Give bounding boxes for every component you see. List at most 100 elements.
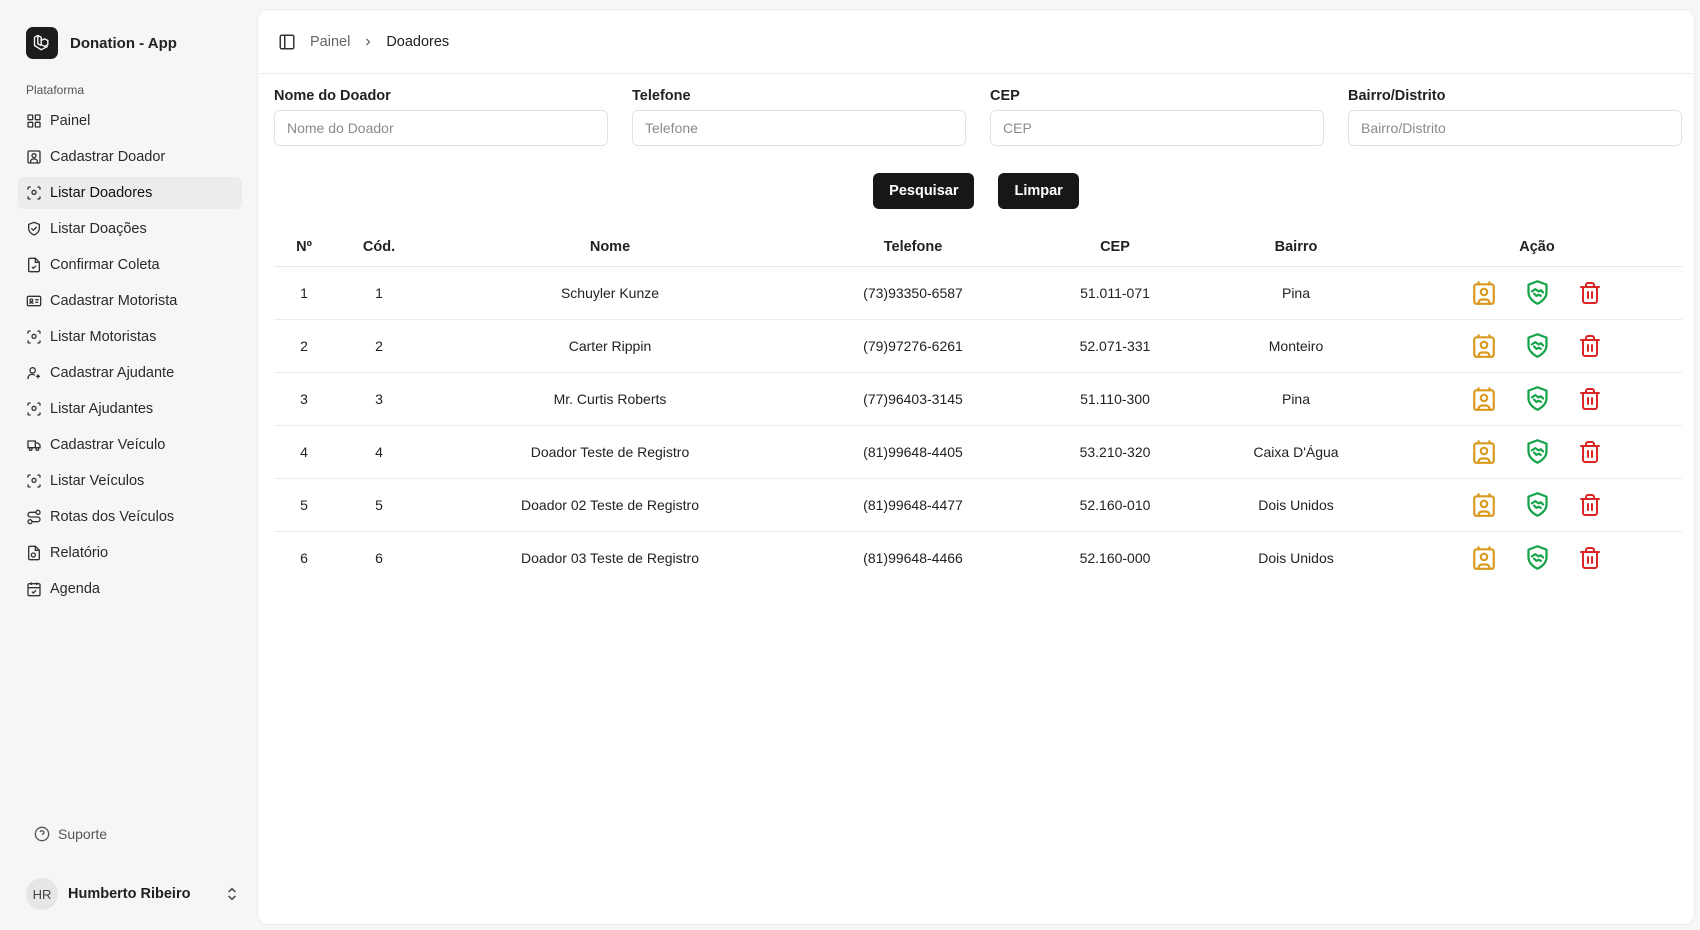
clear-button[interactable]: Limpar <box>998 173 1079 209</box>
cell-cep: 52.160-000 <box>1079 549 1151 566</box>
contact-square-icon[interactable] <box>1471 385 1498 412</box>
sidebar-item-label: Listar Ajudantes <box>50 401 154 417</box>
handshake-shield-icon[interactable] <box>1524 332 1551 359</box>
trash-icon[interactable] <box>1577 385 1604 412</box>
cell-bairro: Caixa D'Água <box>1200 425 1392 479</box>
cell-nome: Carter Rippin <box>424 319 796 373</box>
trash-icon[interactable] <box>1577 332 1604 359</box>
column-header: Telefone <box>796 228 1030 267</box>
contact-square-icon[interactable] <box>1471 332 1498 359</box>
cell-telefone: (81)99648-4405 <box>796 425 1030 479</box>
table-row: 3 3 Mr. Curtis Roberts (77)96403-3145 51… <box>274 372 1682 426</box>
sidebar-item-agenda[interactable]: Agenda <box>18 573 242 605</box>
handshake-shield-icon[interactable] <box>1524 279 1551 306</box>
user-menu[interactable]: HR Humberto Ribeiro <box>26 874 240 914</box>
help-circle-icon <box>34 826 50 842</box>
app-name: Donation - App <box>70 34 177 52</box>
cell-nome: Doador 02 Teste de Registro <box>424 478 796 532</box>
cell-numero: 4 <box>274 425 334 479</box>
sidebar-item-cadastrar-doador[interactable]: Cadastrar Doador <box>18 141 242 173</box>
trash-icon[interactable] <box>1577 438 1604 465</box>
cell-acao <box>1392 319 1682 373</box>
cell-numero: 3 <box>274 372 334 426</box>
sidebar-item-confirmar-coleta[interactable]: Confirmar Coleta <box>18 249 242 281</box>
sidebar: Donation - App Plataforma Painel Cadastr… <box>0 0 258 930</box>
sidebar-item-rotas-veiculos[interactable]: Rotas dos Veículos <box>18 501 242 533</box>
contact-square-icon[interactable] <box>1471 491 1498 518</box>
cell-numero: 1 <box>274 266 334 320</box>
nome-doador-input[interactable] <box>274 110 608 146</box>
scan-user-icon <box>26 401 42 417</box>
cell-cep: 51.011-071 <box>1030 266 1200 320</box>
cep-input[interactable] <box>990 110 1324 146</box>
main-panel: Painel Doadores Nome do Doador Telefone … <box>258 10 1694 924</box>
sidebar-item-painel[interactable]: Painel <box>18 105 242 137</box>
layout-grid-icon <box>26 113 42 129</box>
cell-codigo: 5 <box>334 478 424 532</box>
topbar: Painel Doadores <box>258 10 1694 74</box>
cell-codigo: 3 <box>334 372 424 426</box>
cell-bairro: Dois Unidos <box>1200 478 1392 532</box>
filter-actions: Pesquisar Limpar <box>258 173 1694 209</box>
contact-square-icon[interactable] <box>1471 438 1498 465</box>
cell-acao <box>1392 372 1682 426</box>
telefone-input[interactable] <box>632 110 966 146</box>
contact-square-icon[interactable] <box>1471 544 1498 571</box>
table-row: 1 1 Schuyler Kunze (73)93350-6587 51.011… <box>274 266 1682 320</box>
sidebar-item-label: Confirmar Coleta <box>50 257 160 273</box>
column-header: Ação <box>1392 228 1682 267</box>
field-label: CEP <box>990 88 1020 104</box>
sidebar-item-label: Listar Doações <box>50 221 147 237</box>
sidebar-toggle-icon[interactable] <box>278 33 296 51</box>
cell-cep: 52.071-331 <box>1030 319 1200 373</box>
cell-nome: Doador Teste de Registro <box>424 425 796 479</box>
support-label: Suporte <box>58 826 108 842</box>
sidebar-item-listar-doadores[interactable]: Listar Doadores <box>18 177 242 209</box>
sidebar-item-listar-motoristas[interactable]: Listar Motoristas <box>18 321 242 353</box>
table-row: 5 5 Doador 02 Teste de Registro (81)9964… <box>274 478 1682 532</box>
sidebar-item-cadastrar-motorista[interactable]: Cadastrar Motorista <box>18 285 242 317</box>
cell-telefone: (79)97276-6261 <box>796 319 1030 373</box>
sidebar-item-cadastrar-veiculo[interactable]: Cadastrar Veículo <box>18 429 242 461</box>
cell-cep: 51.110-300 <box>1030 372 1200 426</box>
cell-acao <box>1392 531 1682 584</box>
handshake-shield-icon[interactable] <box>1524 491 1551 518</box>
scan-user-icon <box>26 185 42 201</box>
trash-icon[interactable] <box>1577 544 1604 571</box>
breadcrumb-parent[interactable]: Painel <box>310 34 350 50</box>
bairro-input[interactable] <box>1348 110 1682 146</box>
sidebar-item-cadastrar-ajudante[interactable]: Cadastrar Ajudante <box>18 357 242 389</box>
support-link[interactable]: Suporte <box>34 826 107 842</box>
filter-nome: Nome do Doador <box>274 88 608 146</box>
sidebar-item-relatorio[interactable]: Relatório <box>18 537 242 569</box>
field-label: Bairro/Distrito <box>1348 88 1446 104</box>
filter-telefone: Telefone <box>632 88 966 146</box>
sidebar-item-label: Relatório <box>50 545 109 561</box>
truck-icon <box>26 437 42 453</box>
contact-square-icon[interactable] <box>1471 279 1498 306</box>
sidebar-item-listar-veiculos[interactable]: Listar Veículos <box>18 465 242 497</box>
calendar-check-icon <box>26 581 42 597</box>
handshake-shield-icon[interactable] <box>1524 385 1551 412</box>
cell-nome: Mr. Curtis Roberts <box>424 372 796 426</box>
trash-icon[interactable] <box>1577 279 1604 306</box>
sidebar-item-listar-ajudantes[interactable]: Listar Ajudantes <box>18 393 242 425</box>
cell-codigo: 2 <box>334 319 424 373</box>
donors-table: Nº Cód. Nome Telefone CEP Bairro Ação 1 … <box>274 228 1682 584</box>
search-button[interactable]: Pesquisar <box>873 173 975 209</box>
sidebar-item-label: Listar Motoristas <box>50 329 157 345</box>
column-header: Cód. <box>334 228 424 267</box>
field-label: Nome do Doador <box>274 88 391 104</box>
laravel-logo-icon <box>26 27 58 59</box>
column-header: Nº <box>274 228 334 267</box>
handshake-shield-icon[interactable] <box>1524 438 1551 465</box>
brand[interactable]: Donation - App <box>26 27 177 59</box>
sidebar-item-label: Listar Doadores <box>50 185 153 201</box>
sidebar-item-listar-doacoes[interactable]: Listar Doações <box>18 213 242 245</box>
file-chart-icon <box>26 545 42 561</box>
cell-bairro: Dois Unidos <box>1258 549 1334 566</box>
avatar: HR <box>26 878 58 910</box>
handshake-shield-icon[interactable] <box>1524 544 1551 571</box>
trash-icon[interactable] <box>1577 491 1604 518</box>
scan-user-icon <box>26 329 42 345</box>
